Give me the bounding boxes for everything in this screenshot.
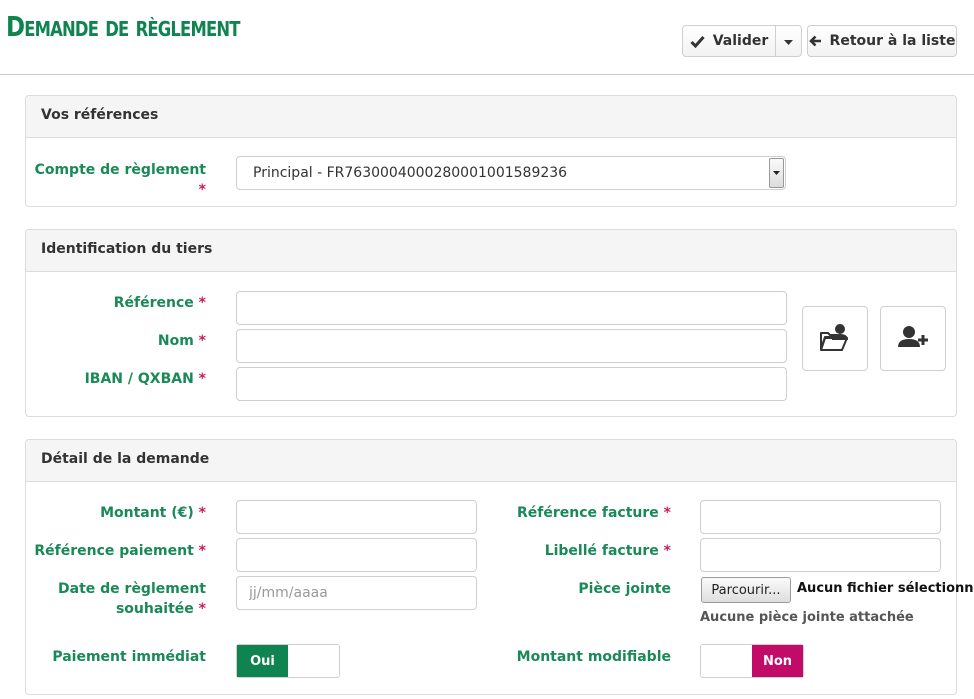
no-attachment-text: Aucune pièce jointe attachée	[700, 610, 914, 625]
required-mark: *	[663, 505, 671, 521]
required-mark: *	[198, 182, 206, 198]
account-label: Compte de règlement *	[34, 162, 206, 198]
date-label: Date de règlement souhaitée *	[26, 579, 206, 619]
back-to-list-button[interactable]: Retour à la liste	[807, 25, 957, 57]
amount-input[interactable]	[236, 500, 477, 534]
details-panel-title: Détail de la demande	[26, 440, 956, 482]
name-input[interactable]	[236, 329, 787, 363]
editable-amount-label: Montant modifiable	[516, 649, 671, 665]
date-input[interactable]	[236, 576, 477, 610]
account-select[interactable]: Principal - FR7630004000280001001589236	[236, 156, 786, 190]
account-select-value: Principal - FR7630004000280001001589236	[253, 165, 568, 181]
browse-file-button[interactable]: Parcourir...	[701, 577, 791, 603]
name-label: Nom *	[157, 333, 206, 349]
required-mark: *	[198, 505, 206, 521]
top-bar: Demande de règlement Valider Retour à la…	[0, 0, 974, 75]
reference-label: Référence *	[113, 295, 206, 311]
reference-input[interactable]	[236, 291, 787, 325]
select-third-party-button[interactable]	[802, 306, 868, 371]
editable-amount-toggle[interactable]: Non	[700, 644, 804, 678]
page-title: Demande de règlement	[6, 10, 240, 43]
required-mark: *	[198, 601, 206, 617]
payment-reference-label: Référence paiement *	[34, 543, 206, 559]
iban-input[interactable]	[236, 367, 787, 401]
required-mark: *	[663, 543, 671, 559]
attachment-label: Pièce jointe	[578, 581, 671, 597]
required-mark: *	[198, 333, 206, 349]
validate-dropdown-button[interactable]	[775, 25, 802, 57]
references-panel: Vos références Compte de règlement * Pri…	[25, 95, 957, 207]
folder-user-icon	[820, 323, 850, 355]
details-panel: Détail de la demande Montant (€) * Référ…	[25, 439, 974, 695]
check-icon	[690, 35, 705, 48]
editable-amount-toggle-off: Non	[752, 645, 803, 677]
third-party-panel: Identification du tiers Référence * Nom …	[25, 229, 957, 417]
caret-down-icon[interactable]	[769, 158, 784, 188]
immediate-payment-toggle-on: Oui	[237, 645, 288, 677]
invoice-reference-label: Référence facture *	[517, 505, 671, 521]
validate-label: Valider	[712, 33, 769, 49]
iban-label: IBAN / QXBAN *	[84, 371, 206, 387]
amount-label: Montant (€) *	[100, 505, 206, 521]
invoice-label-label: Libellé facture *	[544, 543, 671, 559]
back-label: Retour à la liste	[829, 33, 956, 49]
required-mark: *	[198, 295, 206, 311]
date-label-line1: Date de règlement	[58, 581, 206, 597]
invoice-reference-input[interactable]	[700, 500, 941, 534]
arrow-left-icon	[808, 35, 822, 47]
invoice-label-input[interactable]	[700, 538, 941, 572]
required-mark: *	[198, 371, 206, 387]
immediate-payment-toggle[interactable]: Oui	[236, 644, 340, 678]
payment-reference-input[interactable]	[236, 538, 477, 572]
date-label-line2: souhaitée	[115, 601, 194, 617]
validate-button[interactable]: Valider	[682, 25, 776, 57]
no-file-selected-text: Aucun fichier sélectionné.	[797, 581, 974, 596]
add-user-icon	[898, 325, 928, 353]
caret-down-icon	[784, 33, 793, 49]
references-panel-title: Vos références	[26, 96, 956, 138]
required-mark: *	[198, 543, 206, 559]
third-party-panel-title: Identification du tiers	[26, 230, 956, 272]
immediate-payment-label: Paiement immédiat	[52, 649, 206, 665]
add-third-party-button[interactable]	[880, 306, 946, 371]
